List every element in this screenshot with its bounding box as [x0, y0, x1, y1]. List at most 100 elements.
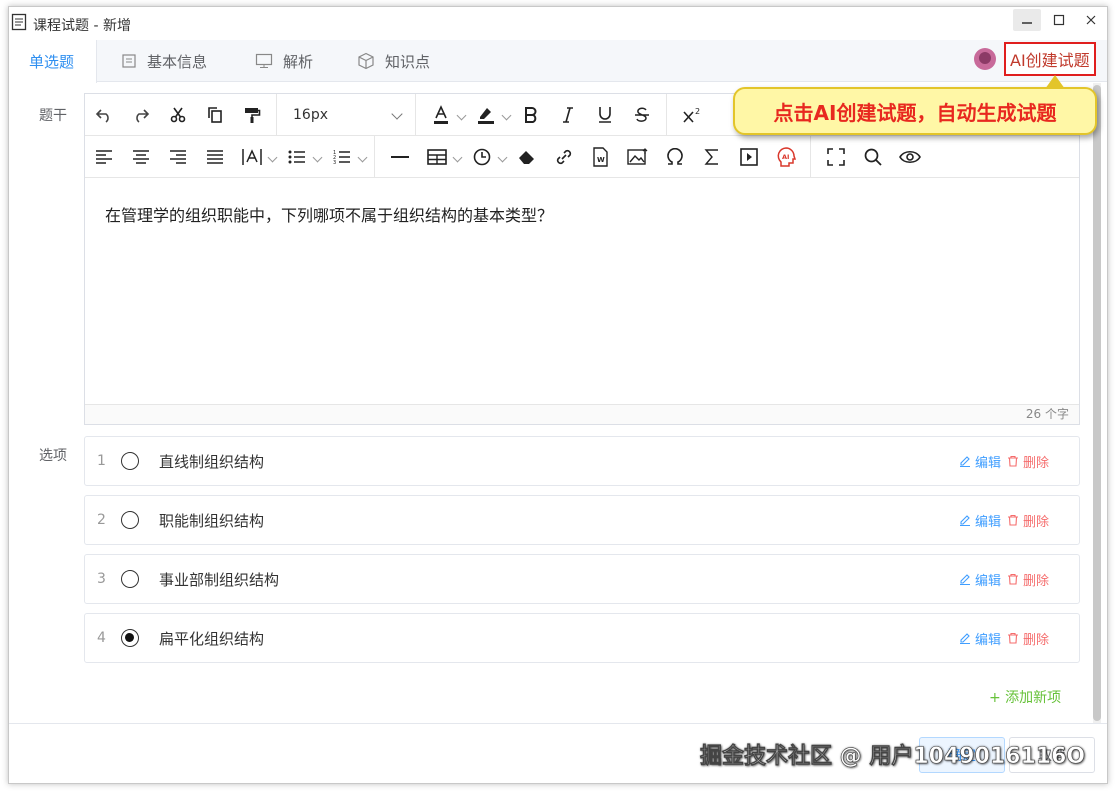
minimize-button[interactable]	[1013, 9, 1041, 31]
option-radio[interactable]	[121, 511, 139, 529]
copy-button[interactable]	[196, 98, 233, 132]
scrollbar[interactable]	[1093, 83, 1101, 723]
option-row: 2 职能制组织结构 编辑 删除	[84, 495, 1080, 545]
numbered-list-button[interactable]: 123	[323, 140, 360, 174]
image-icon	[626, 147, 647, 165]
bold-button[interactable]	[512, 98, 549, 132]
link-button[interactable]	[545, 140, 582, 174]
option-text: 扁平化组织结构	[159, 629, 265, 648]
trash-icon	[1008, 573, 1018, 585]
edit-option-button[interactable]: 编辑	[959, 629, 1001, 648]
align-right-button[interactable]	[159, 140, 196, 174]
pencil-icon	[960, 633, 970, 644]
footer-divider	[9, 723, 1107, 724]
search-icon	[864, 148, 882, 166]
fullscreen-button[interactable]	[817, 140, 854, 174]
option-number: 3	[97, 571, 106, 587]
align-center-button[interactable]	[122, 140, 159, 174]
word-document-icon: W	[592, 146, 608, 167]
clear-format-button[interactable]	[508, 140, 545, 174]
line-height-icon	[241, 148, 262, 165]
tab-knowledge-point[interactable]: 知识点	[357, 40, 430, 82]
option-radio[interactable]	[121, 629, 139, 647]
document-icon	[122, 54, 136, 68]
tab-single-choice[interactable]: 单选题	[9, 40, 97, 83]
delete-option-button[interactable]: 删除	[1007, 629, 1049, 648]
edit-label: 编辑	[975, 514, 1002, 530]
edit-option-button[interactable]: 编辑	[959, 452, 1001, 471]
align-left-button[interactable]	[85, 140, 122, 174]
tab-basic-info[interactable]: 基本信息	[121, 40, 207, 82]
strikethrough-button[interactable]	[623, 98, 660, 132]
ai-assistant-button[interactable]: AI	[767, 140, 804, 174]
option-radio[interactable]	[121, 452, 139, 470]
option-text: 职能制组织结构	[159, 511, 265, 530]
option-text: 事业部制组织结构	[159, 570, 280, 589]
delete-option-button[interactable]: 删除	[1007, 570, 1049, 589]
delete-label: 删除	[1023, 573, 1050, 589]
delete-option-button[interactable]: 删除	[1007, 511, 1049, 530]
toolbar-divider	[276, 93, 277, 136]
highlighter-icon	[477, 107, 494, 124]
toolbar-divider	[666, 93, 667, 136]
word-count: 26 个字	[85, 404, 1079, 424]
ai-create-button[interactable]: AI创建试题	[974, 42, 1096, 76]
svg-text:W: W	[597, 156, 605, 164]
add-option-button[interactable]: + 添加新项	[989, 687, 1061, 707]
insert-image-button[interactable]	[619, 140, 656, 174]
options-label: 选项	[39, 448, 67, 464]
maximize-button[interactable]	[1045, 9, 1073, 31]
format-painter-button[interactable]	[233, 98, 270, 132]
horizontal-rule-icon	[390, 155, 409, 158]
insert-media-button[interactable]	[730, 140, 767, 174]
trash-icon	[1008, 514, 1018, 526]
superscript-button[interactable]: 2	[673, 98, 710, 132]
underline-icon	[598, 106, 611, 123]
formula-button[interactable]	[693, 140, 730, 174]
preview-button[interactable]	[891, 140, 928, 174]
underline-button[interactable]	[586, 98, 623, 132]
search-replace-button[interactable]	[854, 140, 891, 174]
option-radio[interactable]	[121, 570, 139, 588]
redo-button[interactable]	[122, 98, 159, 132]
copy-icon	[207, 106, 222, 123]
edit-option-button[interactable]: 编辑	[959, 511, 1001, 530]
tab-label: 单选题	[29, 53, 75, 71]
font-size-select[interactable]: 16px	[283, 98, 409, 132]
numbered-list-icon: 123	[333, 150, 350, 165]
trash-icon	[1008, 455, 1018, 467]
video-icon	[739, 147, 758, 166]
line-height-button[interactable]	[233, 140, 270, 174]
italic-icon	[562, 106, 573, 123]
highlight-color-button[interactable]	[467, 98, 504, 132]
font-color-button[interactable]	[422, 98, 459, 132]
close-button[interactable]	[1077, 9, 1105, 31]
minimize-icon	[1022, 22, 1032, 24]
align-right-icon	[169, 149, 186, 164]
delete-option-button[interactable]: 删除	[1007, 452, 1049, 471]
cut-button[interactable]	[159, 98, 196, 132]
pencil-icon	[960, 574, 970, 585]
bullet-list-button[interactable]	[278, 140, 315, 174]
editor-content[interactable]: 在管理学的组织职能中，下列哪项不属于组织结构的基本类型？	[85, 180, 1079, 404]
insert-word-button[interactable]: W	[582, 140, 619, 174]
align-justify-icon	[206, 149, 223, 164]
align-justify-button[interactable]	[196, 140, 233, 174]
special-char-button[interactable]	[656, 140, 693, 174]
option-row: 1 直线制组织结构 编辑 删除	[84, 436, 1080, 486]
edit-label: 编辑	[975, 632, 1002, 648]
italic-button[interactable]	[549, 98, 586, 132]
scrollbar-thumb[interactable]	[1093, 85, 1101, 721]
table-button[interactable]	[418, 140, 455, 174]
undo-button[interactable]	[85, 98, 122, 132]
horizontal-rule-button[interactable]	[381, 140, 418, 174]
rich-text-editor: 16px 2 123 W AI 在管理学的组织职能中，下列哪项不属于组织结构的基…	[84, 93, 1080, 425]
edit-option-button[interactable]: 编辑	[959, 570, 1001, 589]
bullet-list-icon	[288, 150, 305, 163]
align-center-icon	[132, 149, 149, 164]
datetime-button[interactable]	[463, 140, 500, 174]
sigma-icon	[703, 148, 718, 165]
clock-icon	[473, 148, 490, 165]
delete-label: 删除	[1023, 632, 1050, 648]
tab-analysis[interactable]: 解析	[255, 40, 313, 82]
